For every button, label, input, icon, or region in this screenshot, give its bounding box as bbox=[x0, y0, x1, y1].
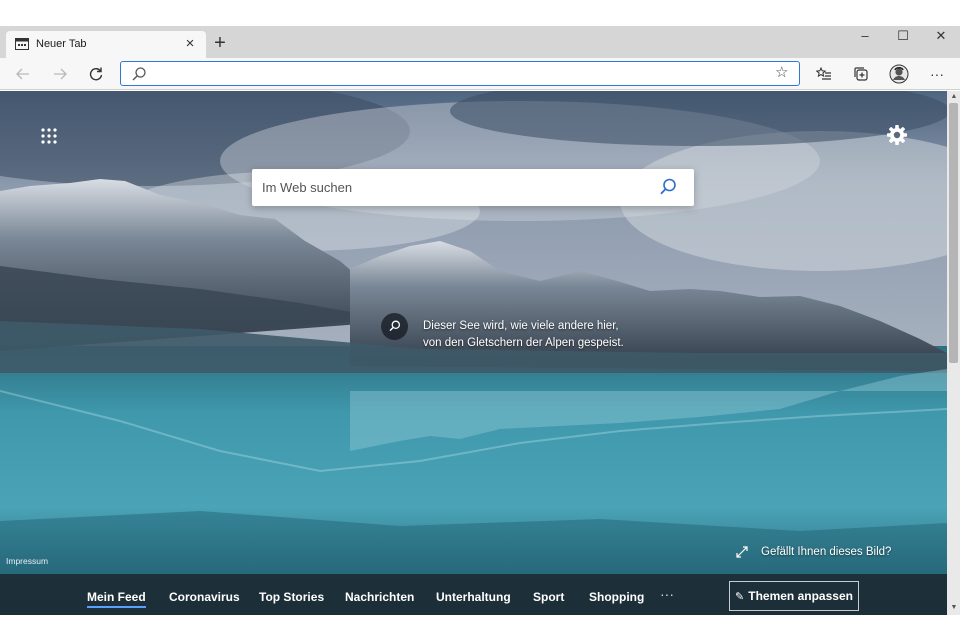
image-info-button[interactable] bbox=[381, 313, 408, 340]
customize-label: Themen anpassen bbox=[748, 589, 853, 603]
impressum-link[interactable]: Impressum bbox=[6, 556, 48, 566]
like-text: Gefällt Ihnen dieses Bild? bbox=[761, 546, 892, 558]
feed-tab-top-stories[interactable]: Top Stories bbox=[259, 590, 324, 604]
scroll-up-icon[interactable]: ▲ bbox=[949, 92, 959, 102]
search-icon bbox=[132, 67, 146, 81]
feed-more-button[interactable]: ··· bbox=[660, 586, 674, 602]
forward-arrow-icon[interactable] bbox=[47, 62, 73, 86]
tab-close-icon[interactable]: × bbox=[180, 33, 200, 55]
address-bar[interactable]: ☆ bbox=[120, 61, 800, 86]
scroll-down-icon[interactable]: ▼ bbox=[949, 603, 959, 613]
new-tab-button[interactable]: + bbox=[208, 31, 232, 57]
like-image-button[interactable]: Gefällt Ihnen dieses Bild? bbox=[735, 543, 891, 561]
feed-tab-mein-feed[interactable]: Mein Feed bbox=[87, 590, 146, 608]
caption-line-2: von den Gletschern der Alpen gespeist. bbox=[423, 337, 624, 349]
profile-avatar-icon[interactable] bbox=[886, 62, 912, 86]
caption-line-1: Dieser See wird, wie viele andere hier, bbox=[423, 320, 619, 332]
star-icon[interactable]: ☆ bbox=[775, 65, 791, 81]
search-icon[interactable] bbox=[658, 177, 678, 197]
feed-tab-coronavirus[interactable]: Coronavirus bbox=[169, 590, 240, 604]
feed-tab-unterhaltung[interactable]: Unterhaltung bbox=[436, 590, 511, 604]
search-icon bbox=[389, 320, 401, 332]
pencil-icon: ✎ bbox=[735, 590, 745, 603]
expand-arrows-icon bbox=[736, 546, 748, 558]
apps-grid-icon[interactable] bbox=[40, 127, 58, 145]
back-arrow-icon[interactable] bbox=[10, 62, 36, 86]
gear-icon[interactable] bbox=[885, 123, 909, 147]
image-caption[interactable]: Dieser See wird, wie viele andere hier, … bbox=[423, 318, 683, 352]
more-options-button[interactable]: ··· bbox=[924, 62, 950, 86]
tab-title: Neuer Tab bbox=[36, 38, 87, 50]
refresh-icon[interactable] bbox=[83, 62, 109, 86]
feed-tab-nachrichten[interactable]: Nachrichten bbox=[345, 590, 414, 604]
feed-tab-sport[interactable]: Sport bbox=[533, 590, 564, 604]
scrollbar-thumb[interactable] bbox=[949, 103, 958, 363]
close-window-button[interactable]: ✕ bbox=[922, 26, 960, 48]
collections-icon[interactable] bbox=[848, 62, 874, 86]
maximize-button[interactable]: ☐ bbox=[884, 26, 922, 48]
feed-tab-shopping[interactable]: Shopping bbox=[589, 590, 644, 604]
web-search-input[interactable] bbox=[262, 177, 642, 197]
minimize-button[interactable]: – bbox=[846, 26, 884, 48]
web-search-box bbox=[252, 169, 694, 206]
customize-topics-button[interactable]: ✎ Themen anpassen bbox=[729, 581, 859, 611]
tab-neuer-tab[interactable]: Neuer Tab × bbox=[6, 31, 206, 58]
newtab-page-icon bbox=[15, 38, 29, 50]
favorites-list-icon[interactable] bbox=[811, 62, 837, 86]
